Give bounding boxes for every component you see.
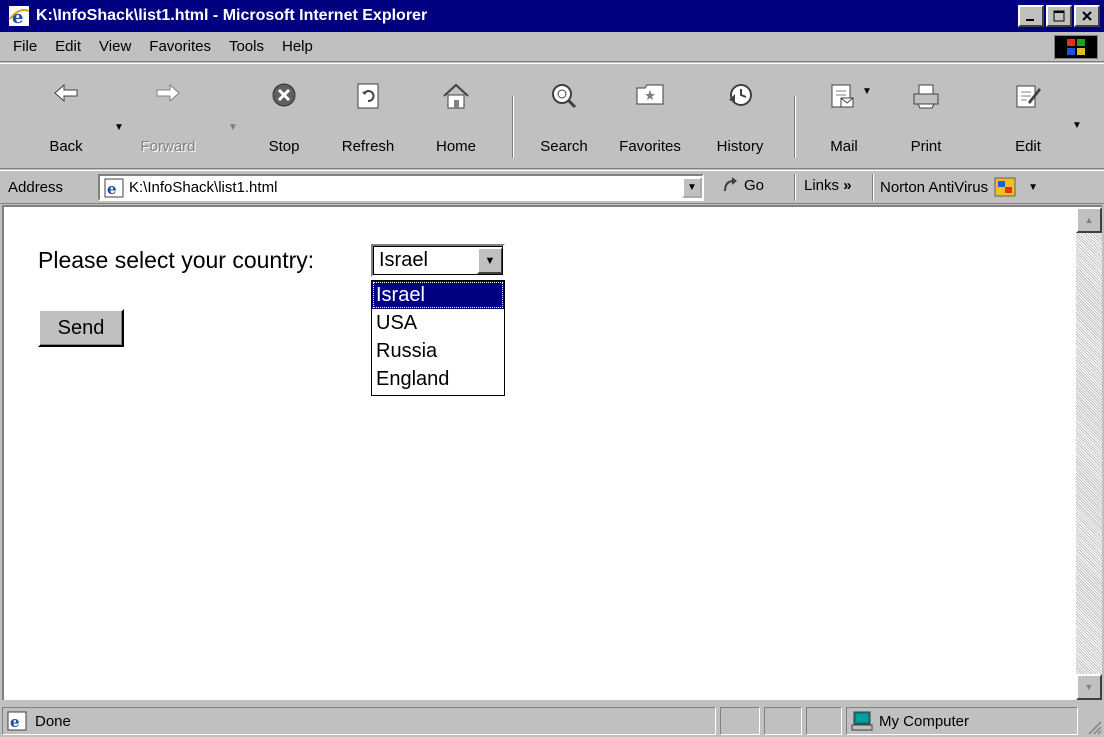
favorites-label: Favorites [619,138,681,155]
search-globe-icon [552,84,577,109]
svg-text:e: e [10,713,20,731]
history-icon [729,84,752,106]
mail-label: Mail [830,138,858,155]
status-text: Done [35,712,71,730]
country-option-england[interactable]: England [372,365,504,393]
vertical-scrollbar[interactable]: ▲ ▼ [1076,207,1102,700]
norton-antivirus-button[interactable]: Norton AntiVirus ▼ [880,177,1038,197]
links-chevron-icon: » [843,177,852,194]
back-arrow-icon [54,83,78,103]
close-icon[interactable] [1074,5,1100,27]
status-panel [806,707,842,735]
country-dropdown-list: Israel USA Russia England [371,280,505,396]
edit-icon [1016,85,1041,108]
page-content: Please select your country: Israel ▼ Isr… [2,205,1102,700]
refresh-icon [357,83,379,109]
home-button[interactable]: Home [418,68,494,164]
menu-favorites[interactable]: Favorites [140,38,220,55]
minimize-icon[interactable] [1018,5,1044,27]
svg-text:e: e [107,180,117,198]
country-select-value: Israel [379,249,428,271]
menu-help[interactable]: Help [273,38,322,55]
norton-antivirus-icon [994,177,1016,197]
standard-toolbar: Back ▼ Forward ▼ Stop Refresh Home Searc… [0,63,1104,169]
favorites-folder-icon [636,84,664,105]
stop-label: Stop [268,138,300,155]
back-label: Back [49,138,83,155]
history-button[interactable]: History [702,68,778,164]
toolbar-separator [512,96,514,158]
forward-button[interactable]: Forward [130,68,206,164]
window-title: K:\InfoShack\list1.html - Microsoft Inte… [36,7,428,24]
country-option-israel[interactable]: Israel [372,281,504,309]
status-bar: e Done My Computer [0,704,1104,737]
toolbar-more-icon[interactable]: ▼ [1072,120,1082,131]
links-separator [872,174,874,201]
forward-dropdown-icon[interactable]: ▼ [228,122,238,133]
menu-tools[interactable]: Tools [220,38,273,55]
search-button[interactable]: Search [526,68,602,164]
mail-dropdown-icon[interactable]: ▼ [862,86,872,97]
links-label: Links [804,177,840,194]
title-bar[interactable]: e K:\InfoShack\list1.html - Microsoft In… [0,0,1104,32]
refresh-button[interactable]: Refresh [330,68,406,164]
menu-edit[interactable]: Edit [46,38,90,55]
status-main-panel: e Done [2,707,716,735]
security-zone-panel: My Computer [846,707,1078,735]
history-label: History [716,138,764,155]
address-separator [794,174,796,201]
address-input[interactable]: e K:\InfoShack\list1.html ▼ [98,174,704,201]
menu-bar: File Edit View Favorites Tools Help [0,32,1104,62]
my-computer-icon [851,711,873,731]
mail-icon [831,84,854,108]
chevron-down-icon[interactable]: ▼ [477,247,503,274]
menu-view[interactable]: View [90,38,140,55]
ie-logo-icon: e [9,6,30,27]
windows-logo-icon [1054,35,1098,59]
resize-grip-icon[interactable] [1084,717,1102,735]
status-panel [720,707,760,735]
zone-label: My Computer [879,712,970,730]
country-option-usa[interactable]: USA [372,309,504,337]
forward-arrow-icon [156,83,180,103]
status-panel [764,707,802,735]
go-label: Go [744,176,765,194]
country-prompt: Please select your country: [38,247,315,273]
toolbar-separator [794,96,796,158]
back-button[interactable]: Back [28,68,104,164]
refresh-label: Refresh [341,138,395,155]
country-option-russia[interactable]: Russia [372,337,504,365]
page-done-icon: e [7,711,27,731]
home-label: Home [435,138,476,155]
norton-label: Norton AntiVirus [880,178,989,196]
go-arrow-icon [724,177,737,192]
stop-icon [272,83,296,107]
favorites-button[interactable]: Favorites [612,68,688,164]
print-button[interactable]: Print [888,68,964,164]
print-label: Print [910,138,942,155]
edit-button[interactable]: Edit [990,68,1066,164]
address-dropdown-icon[interactable]: ▼ [682,177,702,198]
country-select[interactable]: Israel ▼ [371,244,505,277]
forward-label: Forward [140,138,196,155]
address-bar: Address e K:\InfoShack\list1.html ▼ Go L… [0,170,1104,204]
search-label: Search [540,138,588,155]
address-value: K:\InfoShack\list1.html [129,179,278,196]
send-button[interactable]: Send [38,309,124,347]
page-icon: e [104,178,124,198]
mail-button[interactable]: Mail [806,68,882,164]
stop-button[interactable]: Stop [246,68,322,164]
scroll-down-icon[interactable]: ▼ [1076,674,1102,700]
home-icon [443,83,469,109]
maximize-icon[interactable] [1046,5,1072,27]
address-label: Address [8,178,64,196]
edit-label: Edit [1015,138,1041,155]
scroll-up-icon[interactable]: ▲ [1076,207,1102,233]
go-button[interactable]: Go [722,176,764,194]
back-dropdown-icon[interactable]: ▼ [114,122,124,133]
menu-file[interactable]: File [4,38,46,55]
printer-icon [913,84,939,109]
norton-dropdown-icon[interactable]: ▼ [1028,182,1038,193]
links-button[interactable]: Links » [804,177,852,194]
